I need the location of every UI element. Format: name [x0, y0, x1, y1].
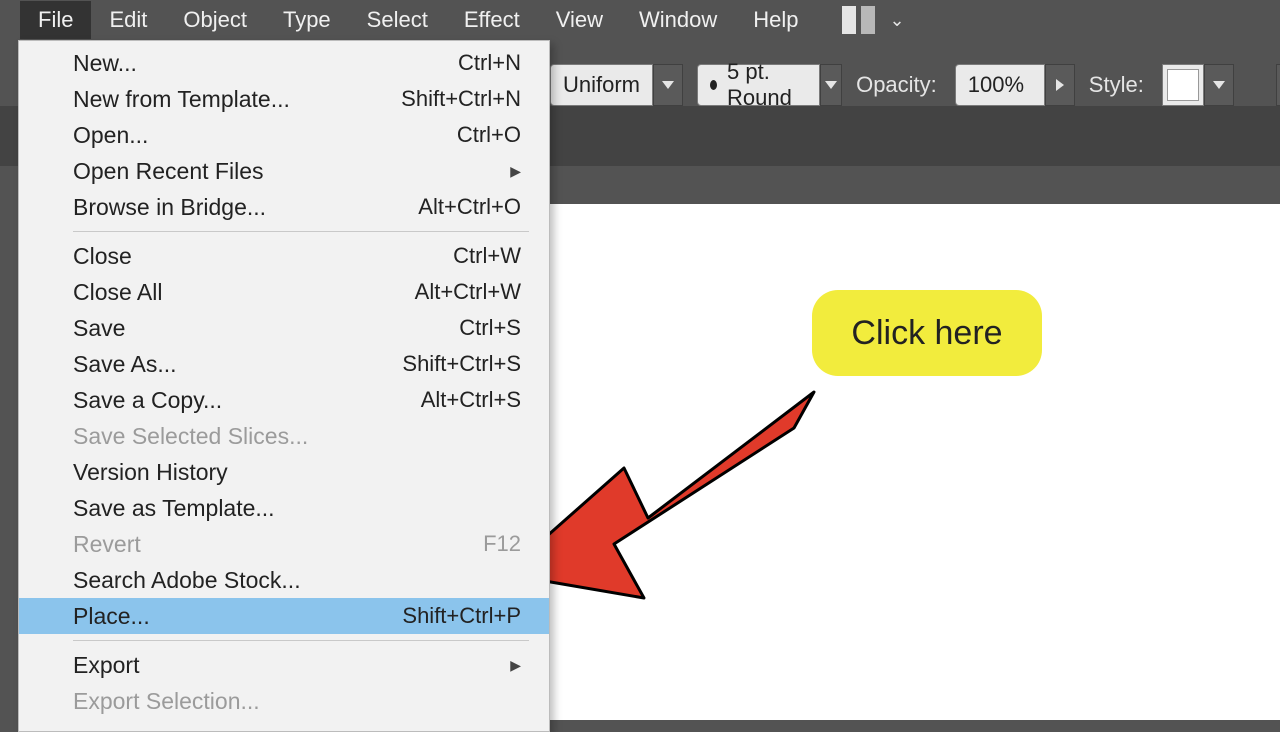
menu-item-label: Search Adobe Stock... — [73, 567, 301, 594]
menu-item-export-selection: Export Selection... — [19, 683, 549, 719]
opacity-control[interactable]: 100% — [955, 64, 1075, 106]
menu-item-close-all[interactable]: Close All Alt+Ctrl+W — [19, 274, 549, 310]
menu-item-save-as[interactable]: Save As... Shift+Ctrl+S — [19, 346, 549, 382]
menu-item-new[interactable]: New... Ctrl+N — [19, 45, 549, 81]
brush-dropdown[interactable] — [820, 64, 842, 106]
menu-type[interactable]: Type — [265, 1, 349, 39]
menu-file[interactable]: File — [20, 1, 91, 39]
style-dropdown[interactable] — [1204, 64, 1234, 106]
chevron-right-icon: ▶ — [510, 163, 521, 180]
menu-separator — [73, 231, 529, 232]
menu-edit[interactable]: Edit — [91, 1, 165, 39]
opacity-value[interactable]: 100% — [955, 64, 1045, 106]
brush-label: 5 pt. Round — [727, 59, 807, 111]
menu-item-shortcut: Shift+Ctrl+N — [401, 86, 521, 112]
menu-item-label: Version History — [73, 459, 228, 486]
menu-item-place[interactable]: Place... Shift+Ctrl+P — [19, 598, 549, 634]
menu-item-save-a-copy[interactable]: Save a Copy... Alt+Ctrl+S — [19, 382, 549, 418]
layout-icon — [861, 6, 875, 34]
menu-window[interactable]: Window — [621, 1, 735, 39]
menu-item-shortcut: Alt+Ctrl+O — [418, 194, 521, 220]
annotation-bubble: Click here — [812, 290, 1042, 376]
menu-item-shortcut: Shift+Ctrl+P — [402, 603, 521, 629]
layout-icon — [842, 6, 856, 34]
menu-item-export[interactable]: Export ▶ — [19, 647, 549, 683]
menu-help[interactable]: Help — [735, 1, 816, 39]
menu-view[interactable]: View — [538, 1, 621, 39]
menu-item-label: Open... — [73, 122, 148, 149]
menu-select[interactable]: Select — [349, 1, 446, 39]
style-swatch — [1167, 69, 1199, 101]
menu-item-label: New... — [73, 50, 137, 77]
menu-item-search-adobe-stock[interactable]: Search Adobe Stock... — [19, 562, 549, 598]
stroke-profile-control[interactable]: Uniform — [550, 64, 683, 106]
menu-item-save[interactable]: Save Ctrl+S — [19, 310, 549, 346]
menu-item-label: Save As... — [73, 351, 177, 378]
style-label: Style: — [1089, 72, 1144, 98]
menu-item-shortcut: Ctrl+S — [459, 315, 521, 341]
menu-effect[interactable]: Effect — [446, 1, 538, 39]
menu-item-open-recent-files[interactable]: Open Recent Files ▶ — [19, 153, 549, 189]
stroke-profile-label: Uniform — [550, 64, 653, 106]
annotation-text: Click here — [851, 314, 1002, 353]
menu-item-open[interactable]: Open... Ctrl+O — [19, 117, 549, 153]
menu-item-label: Open Recent Files — [73, 158, 263, 185]
menu-item-label: Save Selected Slices... — [73, 423, 308, 450]
chevron-right-icon — [1056, 79, 1064, 91]
menu-separator — [73, 640, 529, 641]
menu-item-shortcut: Ctrl+N — [458, 50, 521, 76]
menu-item-label: New from Template... — [73, 86, 290, 113]
menu-item-shortcut: Shift+Ctrl+S — [402, 351, 521, 377]
opacity-label: Opacity: — [856, 72, 937, 98]
document-setup-button[interactable]: Doc — [1276, 64, 1280, 106]
menu-item-label: Export Selection... — [73, 688, 260, 715]
options-bar: Uniform 5 pt. Round Opacity: 100% Style:… — [550, 60, 1280, 110]
menu-item-revert: Revert F12 — [19, 526, 549, 562]
menu-item-label: Place... — [73, 603, 150, 630]
menu-item-label: Close All — [73, 279, 162, 306]
menu-item-save-selected-slices: Save Selected Slices... — [19, 418, 549, 454]
menu-item-new-from-template[interactable]: New from Template... Shift+Ctrl+N — [19, 81, 549, 117]
menu-item-shortcut: Alt+Ctrl+S — [421, 387, 521, 413]
annotation-arrow-icon — [504, 388, 834, 618]
opacity-next[interactable] — [1045, 64, 1075, 106]
menu-item-version-history[interactable]: Version History — [19, 454, 549, 490]
menu-item-label: Browse in Bridge... — [73, 194, 266, 221]
menu-item-label: Save — [73, 315, 125, 342]
brush-control[interactable]: 5 pt. Round — [697, 64, 842, 106]
menu-item-shortcut: F12 — [483, 531, 521, 557]
chevron-down-icon — [825, 81, 837, 89]
menu-item-shortcut: Ctrl+W — [453, 243, 521, 269]
stroke-profile-dropdown[interactable] — [653, 64, 683, 106]
chevron-down-icon — [662, 81, 674, 89]
style-control[interactable] — [1162, 64, 1234, 106]
menubar: File Edit Object Type Select Effect View… — [0, 0, 1280, 40]
canvas-border-top — [550, 166, 1280, 204]
chevron-down-icon: ⌄ — [889, 10, 904, 31]
menu-item-label: Revert — [73, 531, 141, 558]
menu-item-save-as-template[interactable]: Save as Template... — [19, 490, 549, 526]
menu-item-shortcut: Alt+Ctrl+W — [415, 279, 521, 305]
menu-item-label: Save as Template... — [73, 495, 275, 522]
chevron-right-icon: ▶ — [510, 657, 521, 674]
menu-object[interactable]: Object — [165, 1, 265, 39]
file-menu-dropdown: New... Ctrl+N New from Template... Shift+Ct… — [18, 40, 550, 732]
menu-item-browse-in-bridge[interactable]: Browse in Bridge... Alt+Ctrl+O — [19, 189, 549, 225]
menu-item-label: Save a Copy... — [73, 387, 222, 414]
menu-item-shortcut: Ctrl+O — [457, 122, 521, 148]
menu-item-close[interactable]: Close Ctrl+W — [19, 238, 549, 274]
menu-item-label: Export — [73, 652, 139, 679]
workspace-switcher[interactable]: ⌄ — [836, 2, 910, 38]
menu-item-label: Close — [73, 243, 132, 270]
chevron-down-icon — [1213, 81, 1225, 89]
brush-dot-icon — [710, 80, 717, 90]
